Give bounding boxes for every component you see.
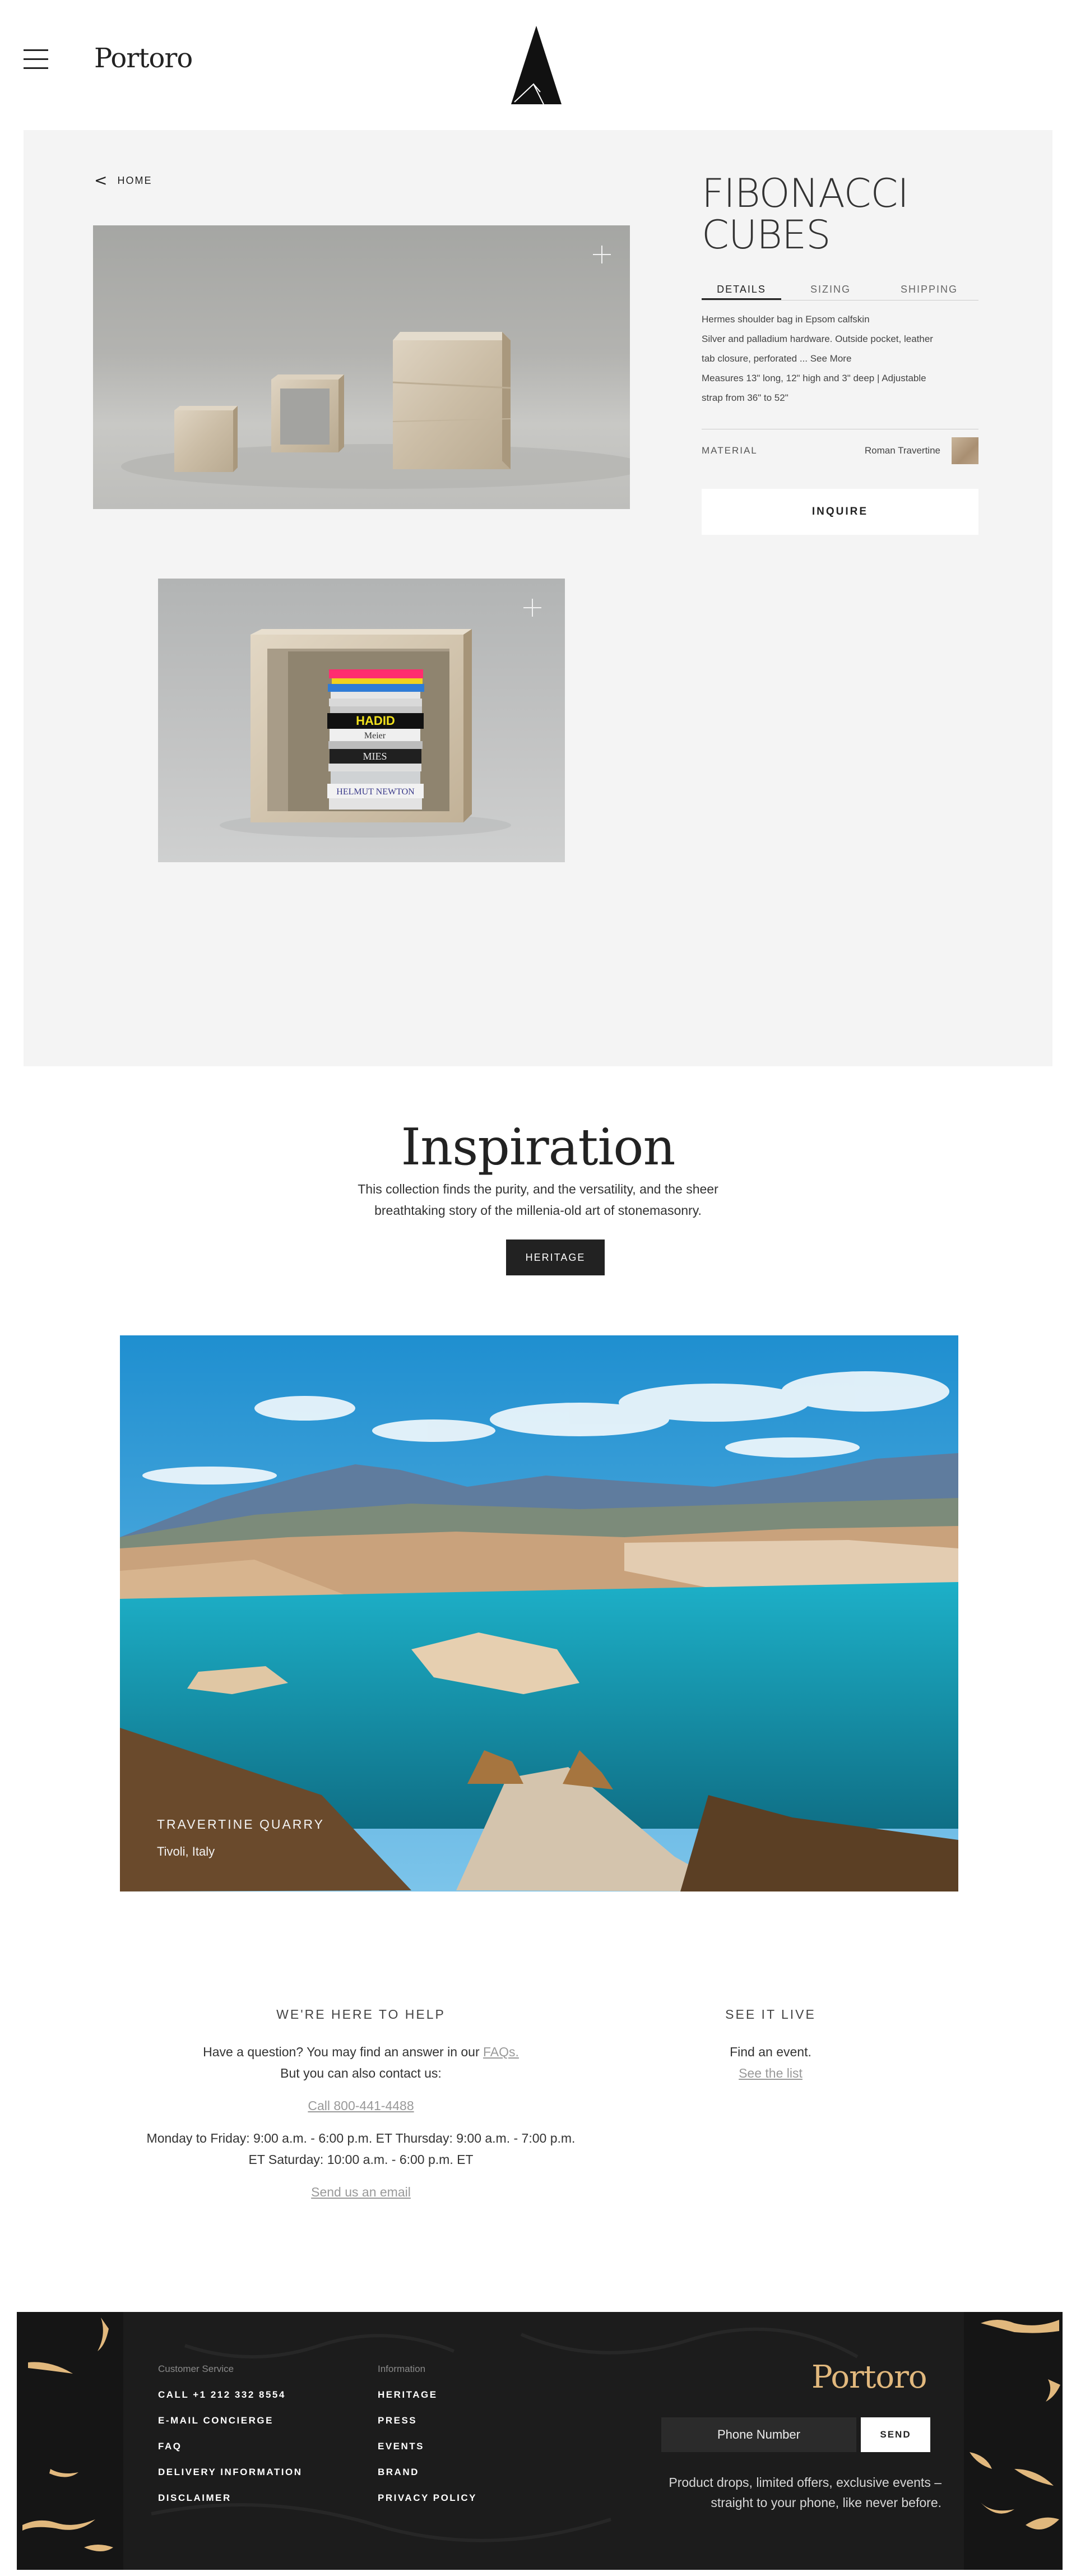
product-image-cubes	[93, 225, 630, 509]
footer-link-call[interactable]: CALL +1 212 332 8554	[158, 2389, 302, 2401]
product-tabs: DETAILS SIZING SHIPPING	[702, 278, 978, 300]
footer-information: Information HERITAGE PRESS EVENTS BRAND …	[378, 2364, 477, 2518]
tab-details[interactable]: DETAILS	[702, 278, 781, 300]
call-link[interactable]: Call 800-441-4488	[308, 2098, 414, 2113]
help-title: WE'RE HERE TO HELP	[276, 2007, 446, 2022]
description-line: Silver and palladium hardware. Outside p…	[702, 334, 933, 344]
quarry-caption: TRAVERTINE QUARRY Tivoli, Italy	[157, 1817, 324, 1859]
product-description: Hermes shoulder bag in Epsom calfskin Si…	[702, 309, 982, 408]
see-it-live-section: SEE IT LIVE Find an event. See the list	[672, 2007, 869, 2084]
material-label: MATERIAL	[702, 445, 758, 456]
brand-wordmark[interactable]: Portoro	[94, 43, 193, 74]
email-link[interactable]: Send us an email	[311, 2185, 411, 2199]
zoom-plus-icon[interactable]	[523, 599, 541, 617]
footer-link-press[interactable]: PRESS	[378, 2415, 477, 2426]
description-line[interactable]: tab closure, perforated ... See More	[702, 349, 982, 368]
cubes-illustration	[121, 332, 630, 489]
inspiration-title: Inspiration	[401, 1118, 676, 1177]
material-value: Roman Travertine	[864, 445, 940, 456]
help-question: Have a question? You may find an answer …	[120, 2041, 602, 2062]
description-line: Measures 13" long, 12" high and 3" deep …	[702, 373, 926, 383]
zoom-plus-icon[interactable]	[593, 246, 611, 263]
footer-link-brand[interactable]: BRAND	[378, 2467, 477, 2478]
footer-link-faq[interactable]: FAQ	[158, 2441, 302, 2452]
footer-link-privacy[interactable]: PRIVACY POLICY	[378, 2492, 477, 2504]
help-question-text: Have a question? You may find an answer …	[203, 2045, 480, 2059]
footer-link-heritage[interactable]: HERITAGE	[378, 2389, 477, 2401]
menu-icon[interactable]	[24, 49, 48, 70]
material-swatch[interactable]	[952, 437, 978, 464]
bookcase-illustration: HADID Meier MIES HELMUT NEWTON	[220, 629, 511, 838]
quarry-image: TRAVERTINE QUARRY Tivoli, Italy	[120, 1335, 958, 1891]
description-line: Hermes shoulder bag in Epsom calfskin	[702, 314, 870, 325]
back-link[interactable]: < HOME	[94, 173, 152, 188]
site-header: Portoro	[0, 0, 1076, 130]
product-image-bookcase: HADID Meier MIES HELMUT NEWTON	[158, 579, 565, 862]
product-title: FIBONACCI CUBES	[702, 173, 959, 256]
tab-shipping[interactable]: SHIPPING	[880, 278, 978, 300]
footer-customer-service: Customer Service CALL +1 212 332 8554 E-…	[158, 2364, 302, 2518]
see-the-list-link[interactable]: See the list	[739, 2066, 803, 2080]
inspiration-text: This collection finds the purity, and th…	[314, 1178, 762, 1221]
book-spine-meier: Meier	[364, 731, 386, 741]
footer-note-line: Product drops, limited offers, exclusive…	[669, 2475, 942, 2490]
footer-brand[interactable]: Portoro	[811, 2359, 927, 2395]
chevron-left-icon: <	[94, 171, 109, 189]
inquire-button[interactable]: INQUIRE	[702, 489, 978, 535]
quarry-caption-location: Tivoli, Italy	[157, 1844, 215, 1858]
book-spine-mies: MIES	[363, 751, 387, 762]
description-line: strap from 36" to 52"	[702, 392, 789, 403]
phone-number-input[interactable]	[661, 2417, 856, 2452]
product-title-line2: CUBES	[702, 212, 831, 258]
site-footer: Customer Service CALL +1 212 332 8554 E-…	[17, 2312, 1063, 2570]
tab-sizing[interactable]: SIZING	[781, 278, 880, 300]
help-contact-text: But you can also contact us:	[280, 2066, 442, 2080]
footer-link-events[interactable]: EVENTS	[378, 2441, 477, 2452]
book-spine-newton: HELMUT NEWTON	[336, 787, 415, 797]
footer-link-delivery[interactable]: DELIVERY INFORMATION	[158, 2467, 302, 2478]
footer-link-email-concierge[interactable]: E-MAIL CONCIERGE	[158, 2415, 302, 2426]
see-it-live-text: Find an event.	[730, 2045, 811, 2059]
see-it-live-title: SEE IT LIVE	[725, 2007, 816, 2022]
logo-icon[interactable]	[511, 26, 562, 104]
product-panel: < HOME HADID Meier MIES HELMUT NEWTON FI…	[24, 130, 1052, 1066]
footer-link-disclaimer[interactable]: DISCLAIMER	[158, 2492, 302, 2504]
quarry-illustration	[120, 1335, 958, 1891]
faq-link[interactable]: FAQs.	[483, 2045, 519, 2059]
footer-info-title: Information	[378, 2364, 426, 2374]
product-title-line1: FIBONACCI	[702, 170, 909, 216]
help-section: WE'RE HERE TO HELP Have a question? You …	[120, 2007, 602, 2203]
help-hours-line1: Monday to Friday: 9:00 a.m. - 6:00 p.m. …	[146, 2131, 576, 2145]
send-button[interactable]: SEND	[861, 2417, 930, 2452]
inspiration-line: breathtaking story of the millenia-old a…	[374, 1203, 702, 1218]
inspiration-line: This collection finds the purity, and th…	[358, 1182, 718, 1196]
help-hours-line2: ET Saturday: 10:00 a.m. - 6:00 p.m. ET	[248, 2152, 474, 2167]
footer-cs-title: Customer Service	[158, 2364, 234, 2374]
material-row: MATERIAL Roman Travertine	[702, 429, 978, 464]
back-label: HOME	[117, 174, 152, 186]
quarry-caption-title: TRAVERTINE QUARRY	[157, 1817, 324, 1832]
footer-sms-note: Product drops, limited offers, exclusive…	[628, 2472, 942, 2513]
footer-note-line: straight to your phone, like never befor…	[711, 2495, 942, 2510]
book-spine-hadid: HADID	[356, 714, 395, 728]
heritage-button[interactable]: HERITAGE	[506, 1240, 605, 1275]
